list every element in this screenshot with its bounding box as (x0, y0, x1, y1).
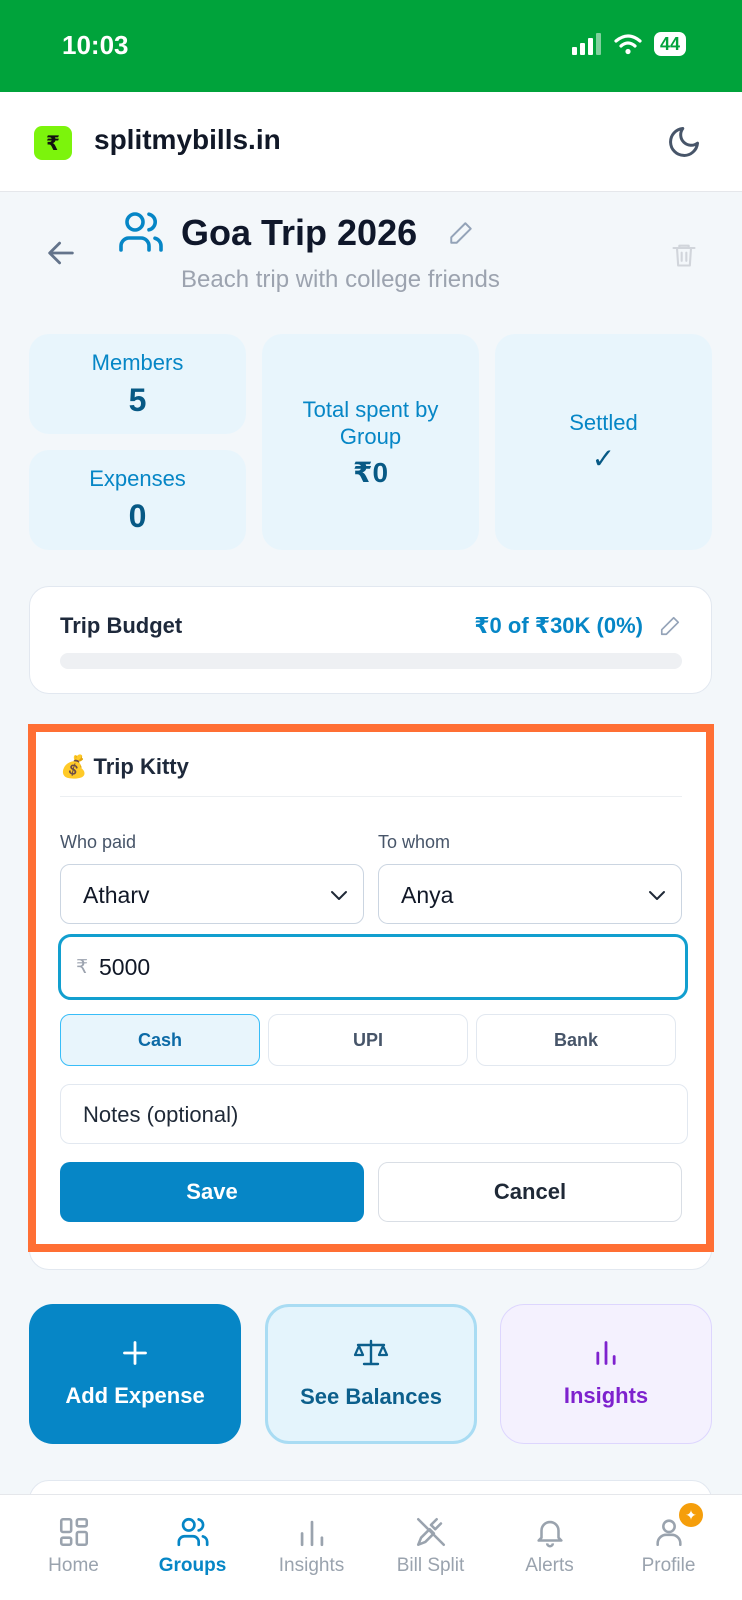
amount-input[interactable]: ₹ 5000 (58, 934, 688, 1000)
group-subtitle: Beach trip with college friends (181, 266, 500, 293)
notes-input[interactable]: Notes (optional) (60, 1084, 688, 1144)
plus-icon (123, 1341, 147, 1365)
edit-title-pencil-icon[interactable] (448, 220, 474, 246)
to-whom-label: To whom (378, 832, 451, 852)
amount-value: 5000 (99, 954, 151, 980)
trip-budget-card: Trip Budget ₹0 of ₹30K (0%) (29, 586, 712, 694)
group-users-icon (119, 212, 163, 252)
who-paid-select[interactable]: Atharv (60, 864, 364, 924)
payment-method-upi-button[interactable]: UPI (268, 1014, 468, 1066)
notes-placeholder: Notes (optional) (83, 1102, 239, 1127)
who-paid-value: Atharv (83, 882, 150, 908)
divider (60, 796, 682, 797)
utensils-icon (416, 1517, 445, 1547)
back-arrow-icon[interactable] (44, 236, 78, 270)
expenses-stat-card: Expenses 0 (29, 450, 246, 550)
bar-chart-icon (596, 1341, 616, 1365)
battery-indicator: 44 (653, 32, 686, 56)
status-icons: 44 (571, 32, 686, 56)
payment-method-bank-button[interactable]: Bank (476, 1014, 676, 1066)
trip-kitty-form: 💰 Trip Kitty Who paid To whom Atharv Any… (28, 724, 714, 1252)
budget-title: Trip Budget (60, 613, 183, 638)
bottom-nav: Home Groups Insights Bill Split Alerts P… (0, 1494, 742, 1600)
nav-profile-label: Profile (641, 1555, 696, 1576)
sparkle-badge-icon: ✦ (679, 1503, 703, 1527)
nav-profile[interactable]: Profile ✦ (609, 1495, 728, 1600)
status-bar: 10:03 44 (0, 0, 742, 92)
grid-icon (59, 1517, 88, 1547)
settled-checkmark: ✓ (591, 443, 616, 474)
to-whom-select[interactable]: Anya (378, 864, 682, 924)
status-time: 10:03 (62, 30, 129, 60)
see-balances-label: See Balances (300, 1384, 442, 1409)
nav-bill-split[interactable]: Bill Split (371, 1495, 490, 1600)
expenses-label: Expenses (89, 466, 186, 491)
total-spent-label: Total spent by Group (302, 396, 439, 449)
nav-bill-split-label: Bill Split (396, 1555, 465, 1576)
payment-method-cash-button[interactable]: Cash (60, 1014, 260, 1066)
to-whom-value: Anya (401, 882, 454, 908)
dark-mode-moon-icon[interactable] (666, 124, 702, 160)
bell-icon (536, 1520, 563, 1548)
total-spent-stat-card: Total spent by Group ₹0 (262, 334, 479, 550)
edit-budget-pencil-icon[interactable] (659, 615, 681, 637)
insights-label: Insights (563, 1383, 649, 1408)
group-title: Goa Trip 2026 (181, 212, 418, 253)
bar-chart-icon (300, 1520, 323, 1547)
scale-icon (353, 1339, 389, 1366)
settled-stat-card: Settled ✓ (495, 334, 712, 550)
wifi-icon (614, 34, 642, 55)
see-balances-button[interactable]: See Balances (265, 1304, 477, 1444)
members-label: Members (91, 350, 184, 375)
members-count: 5 (128, 382, 147, 418)
signal-icon (571, 33, 601, 55)
who-paid-label: Who paid (60, 832, 137, 852)
members-stat-card: Members 5 (29, 334, 246, 434)
nav-insights-label: Insights (278, 1555, 345, 1576)
nav-home[interactable]: Home (14, 1495, 133, 1600)
logo-icon: ₹ (34, 126, 72, 160)
expenses-count: 0 (128, 498, 147, 534)
kitty-title: 💰 Trip Kitty (60, 754, 189, 779)
nav-home-label: Home (48, 1555, 99, 1576)
nav-alerts-label: Alerts (525, 1555, 574, 1576)
site-name[interactable]: splitmybills.in (94, 124, 281, 156)
chevron-down-icon (649, 891, 665, 900)
add-expense-label: Add Expense (65, 1383, 205, 1408)
save-button[interactable]: Save (60, 1162, 364, 1222)
nav-groups[interactable]: Groups (133, 1495, 252, 1600)
nav-alerts[interactable]: Alerts (490, 1495, 609, 1600)
budget-progress-bar (60, 653, 682, 669)
nav-groups-label: Groups (158, 1555, 227, 1576)
insights-button[interactable]: Insights (500, 1304, 712, 1444)
app-header: ₹ splitmybills.in (0, 92, 742, 192)
budget-summary: ₹0 of ₹30K (0%) (474, 613, 643, 638)
delete-trash-icon[interactable] (670, 240, 698, 270)
cancel-button[interactable]: Cancel (378, 1162, 682, 1222)
rupee-prefix: ₹ (76, 957, 89, 978)
chevron-down-icon (331, 891, 347, 900)
users-icon (176, 1517, 209, 1547)
nav-insights[interactable]: Insights (252, 1495, 371, 1600)
total-spent-value: ₹0 (352, 456, 389, 488)
settled-label: Settled (569, 410, 638, 435)
add-expense-button[interactable]: Add Expense (29, 1304, 241, 1444)
